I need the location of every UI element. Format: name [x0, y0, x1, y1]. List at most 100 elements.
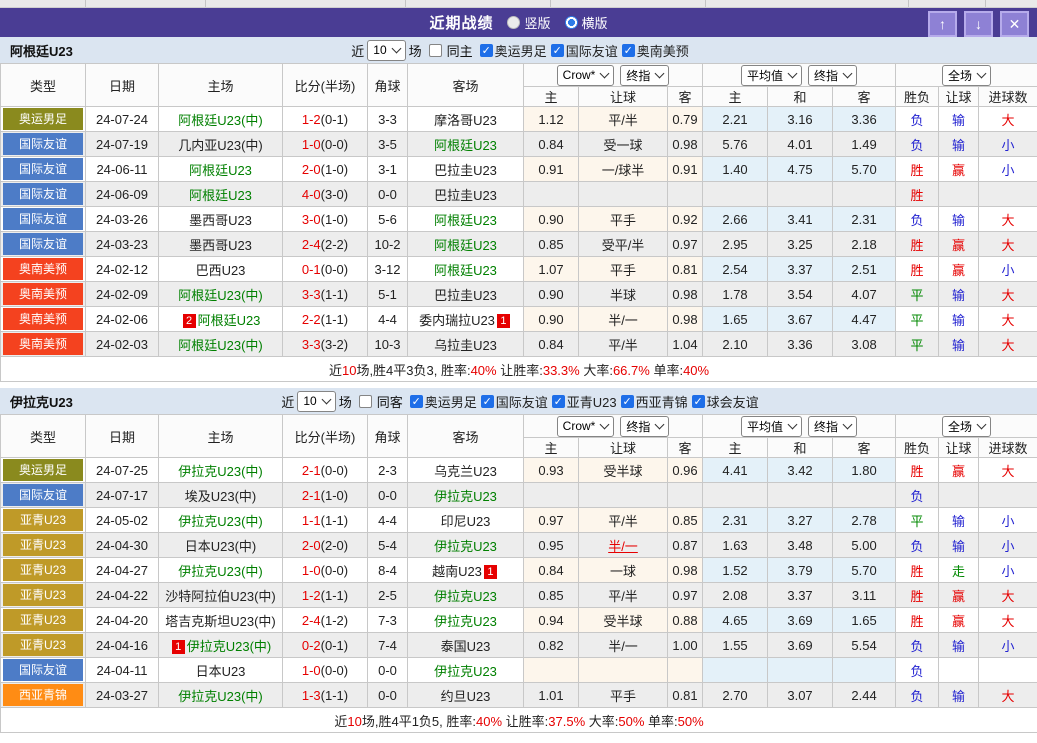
cell-corners: 7-3 — [368, 608, 408, 633]
odds-value: 0.87 — [672, 538, 697, 553]
home-team-name: 伊拉克U23(中) — [178, 689, 263, 704]
competition-checkbox[interactable] — [692, 395, 705, 408]
cell-odds-handicap: 平/半 — [579, 583, 668, 608]
average-stage-select[interactable]: 终指 — [808, 416, 857, 437]
odds-stage-select[interactable]: 终指 — [620, 65, 669, 86]
near-count-select[interactable]: 10 — [297, 391, 335, 412]
move-down-button[interactable]: ↓ — [964, 11, 993, 37]
cell-type: 亚青U23 — [1, 558, 86, 583]
cell-avg-home: 1.63 — [703, 533, 768, 558]
cell-odds-handicap: 平/半 — [579, 332, 668, 357]
radio-horizontal[interactable]: 横版 — [565, 13, 608, 32]
odds-stage-select[interactable]: 终指 — [620, 416, 669, 437]
home-team-name: 巴西U23 — [196, 263, 246, 278]
average-select[interactable]: 平均值 — [741, 65, 802, 86]
odds-value: 0.79 — [672, 112, 697, 127]
cell-home-team: 伊拉克U23(中) — [159, 508, 283, 533]
cell-result-handicap: 输 — [939, 508, 979, 533]
matches-table: 类型日期主场比分(半场)角球客场Crow*终指平均值终指全场主让球客主和客胜负让… — [0, 414, 1037, 733]
odds-value: 0.81 — [672, 262, 697, 277]
cell-odds-away — [668, 658, 703, 683]
cell-home-team: 阿根廷U23(中) — [159, 282, 283, 307]
cell-corners: 0-0 — [368, 483, 408, 508]
bookmaker-select[interactable]: Crow* — [557, 416, 615, 437]
competition-checkbox[interactable] — [621, 395, 634, 408]
cell-away-team: 约旦U23 — [408, 683, 524, 708]
select-value: 10 — [373, 43, 386, 57]
average-stage-select[interactable]: 终指 — [808, 65, 857, 86]
red-card-badge: 2 — [183, 314, 196, 328]
odds-value: 平/半 — [608, 113, 638, 128]
competition-checkbox[interactable] — [551, 44, 564, 57]
cell-avg-away: 1.80 — [833, 458, 896, 483]
cell-type: 亚青U23 — [1, 508, 86, 533]
table-row: 西亚青锦24-03-27伊拉克U23(中)1-3(1-1)0-0约旦U231.0… — [1, 683, 1037, 708]
odds-value: 平/半 — [608, 338, 638, 353]
close-button[interactable]: ✕ — [1000, 11, 1029, 37]
radio-selected-icon — [565, 16, 578, 29]
cell-home-team: 1伊拉克U23(中) — [159, 633, 283, 658]
away-team-name: 伊拉克U23 — [434, 664, 497, 679]
competition-checkbox[interactable] — [552, 395, 565, 408]
same-venue-checkbox[interactable] — [429, 44, 442, 57]
odds-value: 0.97 — [538, 513, 563, 528]
cell-result-outcome: 胜 — [896, 558, 939, 583]
match-type-badge: 亚青U23 — [3, 609, 83, 631]
cell-avg-draw: 3.42 — [768, 458, 833, 483]
cell-date: 24-03-26 — [86, 207, 159, 232]
cell-result-goals: 大 — [979, 207, 1037, 232]
home-team-name: 伊拉克U23(中) — [178, 514, 263, 529]
average-select[interactable]: 平均值 — [741, 416, 802, 437]
cell-away-team: 摩洛哥U23 — [408, 107, 524, 132]
halftime-score: (1-1) — [321, 588, 348, 603]
cell-home-team: 阿根廷U23 — [159, 182, 283, 207]
competition-checkbox[interactable] — [480, 44, 493, 57]
table-row: 亚青U2324-04-30日本U23(中)2-0(2-0)5-4伊拉克U230.… — [1, 533, 1037, 558]
column-header: 主场 — [159, 415, 283, 458]
summary-segment: 10 — [347, 714, 361, 729]
odds-value: 半/一 — [608, 313, 638, 328]
cell-result-handicap: 赢 — [939, 608, 979, 633]
competition-checkbox[interactable] — [481, 395, 494, 408]
column-header: 客场 — [408, 415, 524, 458]
away-team-name: 伊拉克U23 — [434, 489, 497, 504]
halftime-score: (1-1) — [321, 312, 348, 327]
radio-vertical[interactable]: 竖版 — [507, 13, 550, 32]
near-count-select[interactable]: 10 — [367, 40, 405, 61]
cell-result-outcome: 胜 — [896, 182, 939, 207]
fulltime-select[interactable]: 全场 — [942, 416, 991, 437]
match-type-badge: 亚青U23 — [3, 584, 83, 606]
halftime-score: (1-0) — [321, 212, 348, 227]
cell-corners: 2-3 — [368, 458, 408, 483]
same-venue-checkbox[interactable] — [359, 395, 372, 408]
halftime-score: (1-2) — [321, 613, 348, 628]
column-header: 客 — [833, 438, 896, 458]
cell-result-handicap: 赢 — [939, 583, 979, 608]
cell-home-team: 伊拉克U23(中) — [159, 558, 283, 583]
header-row-groups: 类型日期主场比分(半场)角球客场Crow*终指平均值终指全场 — [1, 415, 1037, 438]
halftime-score: (2-2) — [321, 237, 348, 252]
cell-avg-draw: 3.41 — [768, 207, 833, 232]
competition-checkbox[interactable] — [410, 395, 423, 408]
cell-away-team: 巴拉圭U23 — [408, 182, 524, 207]
cell-away-team: 伊拉克U23 — [408, 483, 524, 508]
cell-odds-home — [524, 182, 579, 207]
cell-away-team: 伊拉克U23 — [408, 583, 524, 608]
header-row-groups: 类型日期主场比分(半场)角球客场Crow*终指平均值终指全场 — [1, 64, 1037, 87]
cell-date: 24-03-23 — [86, 232, 159, 257]
home-team-name: 塔吉克斯坦U23(中) — [165, 614, 276, 629]
team-name: 阿根廷U23 — [10, 41, 73, 60]
competition-checkbox[interactable] — [622, 44, 635, 57]
cell-date: 24-04-27 — [86, 558, 159, 583]
team-section: 阿根廷U23近10场同主奥运男足国际友谊奥南美预类型日期主场比分(半场)角球客场… — [0, 37, 1037, 382]
odds-value: 半/一 — [608, 539, 638, 554]
odds-value: 半/一 — [608, 639, 638, 654]
cell-type: 奥南美预 — [1, 307, 86, 332]
cell-away-team: 伊拉克U23 — [408, 533, 524, 558]
cell-avg-home: 1.78 — [703, 282, 768, 307]
move-up-button[interactable]: ↑ — [928, 11, 957, 37]
fulltime-select[interactable]: 全场 — [942, 65, 991, 86]
match-type-badge: 奥运男足 — [3, 459, 83, 481]
select-value: Crow* — [563, 68, 596, 82]
bookmaker-select[interactable]: Crow* — [557, 65, 615, 86]
